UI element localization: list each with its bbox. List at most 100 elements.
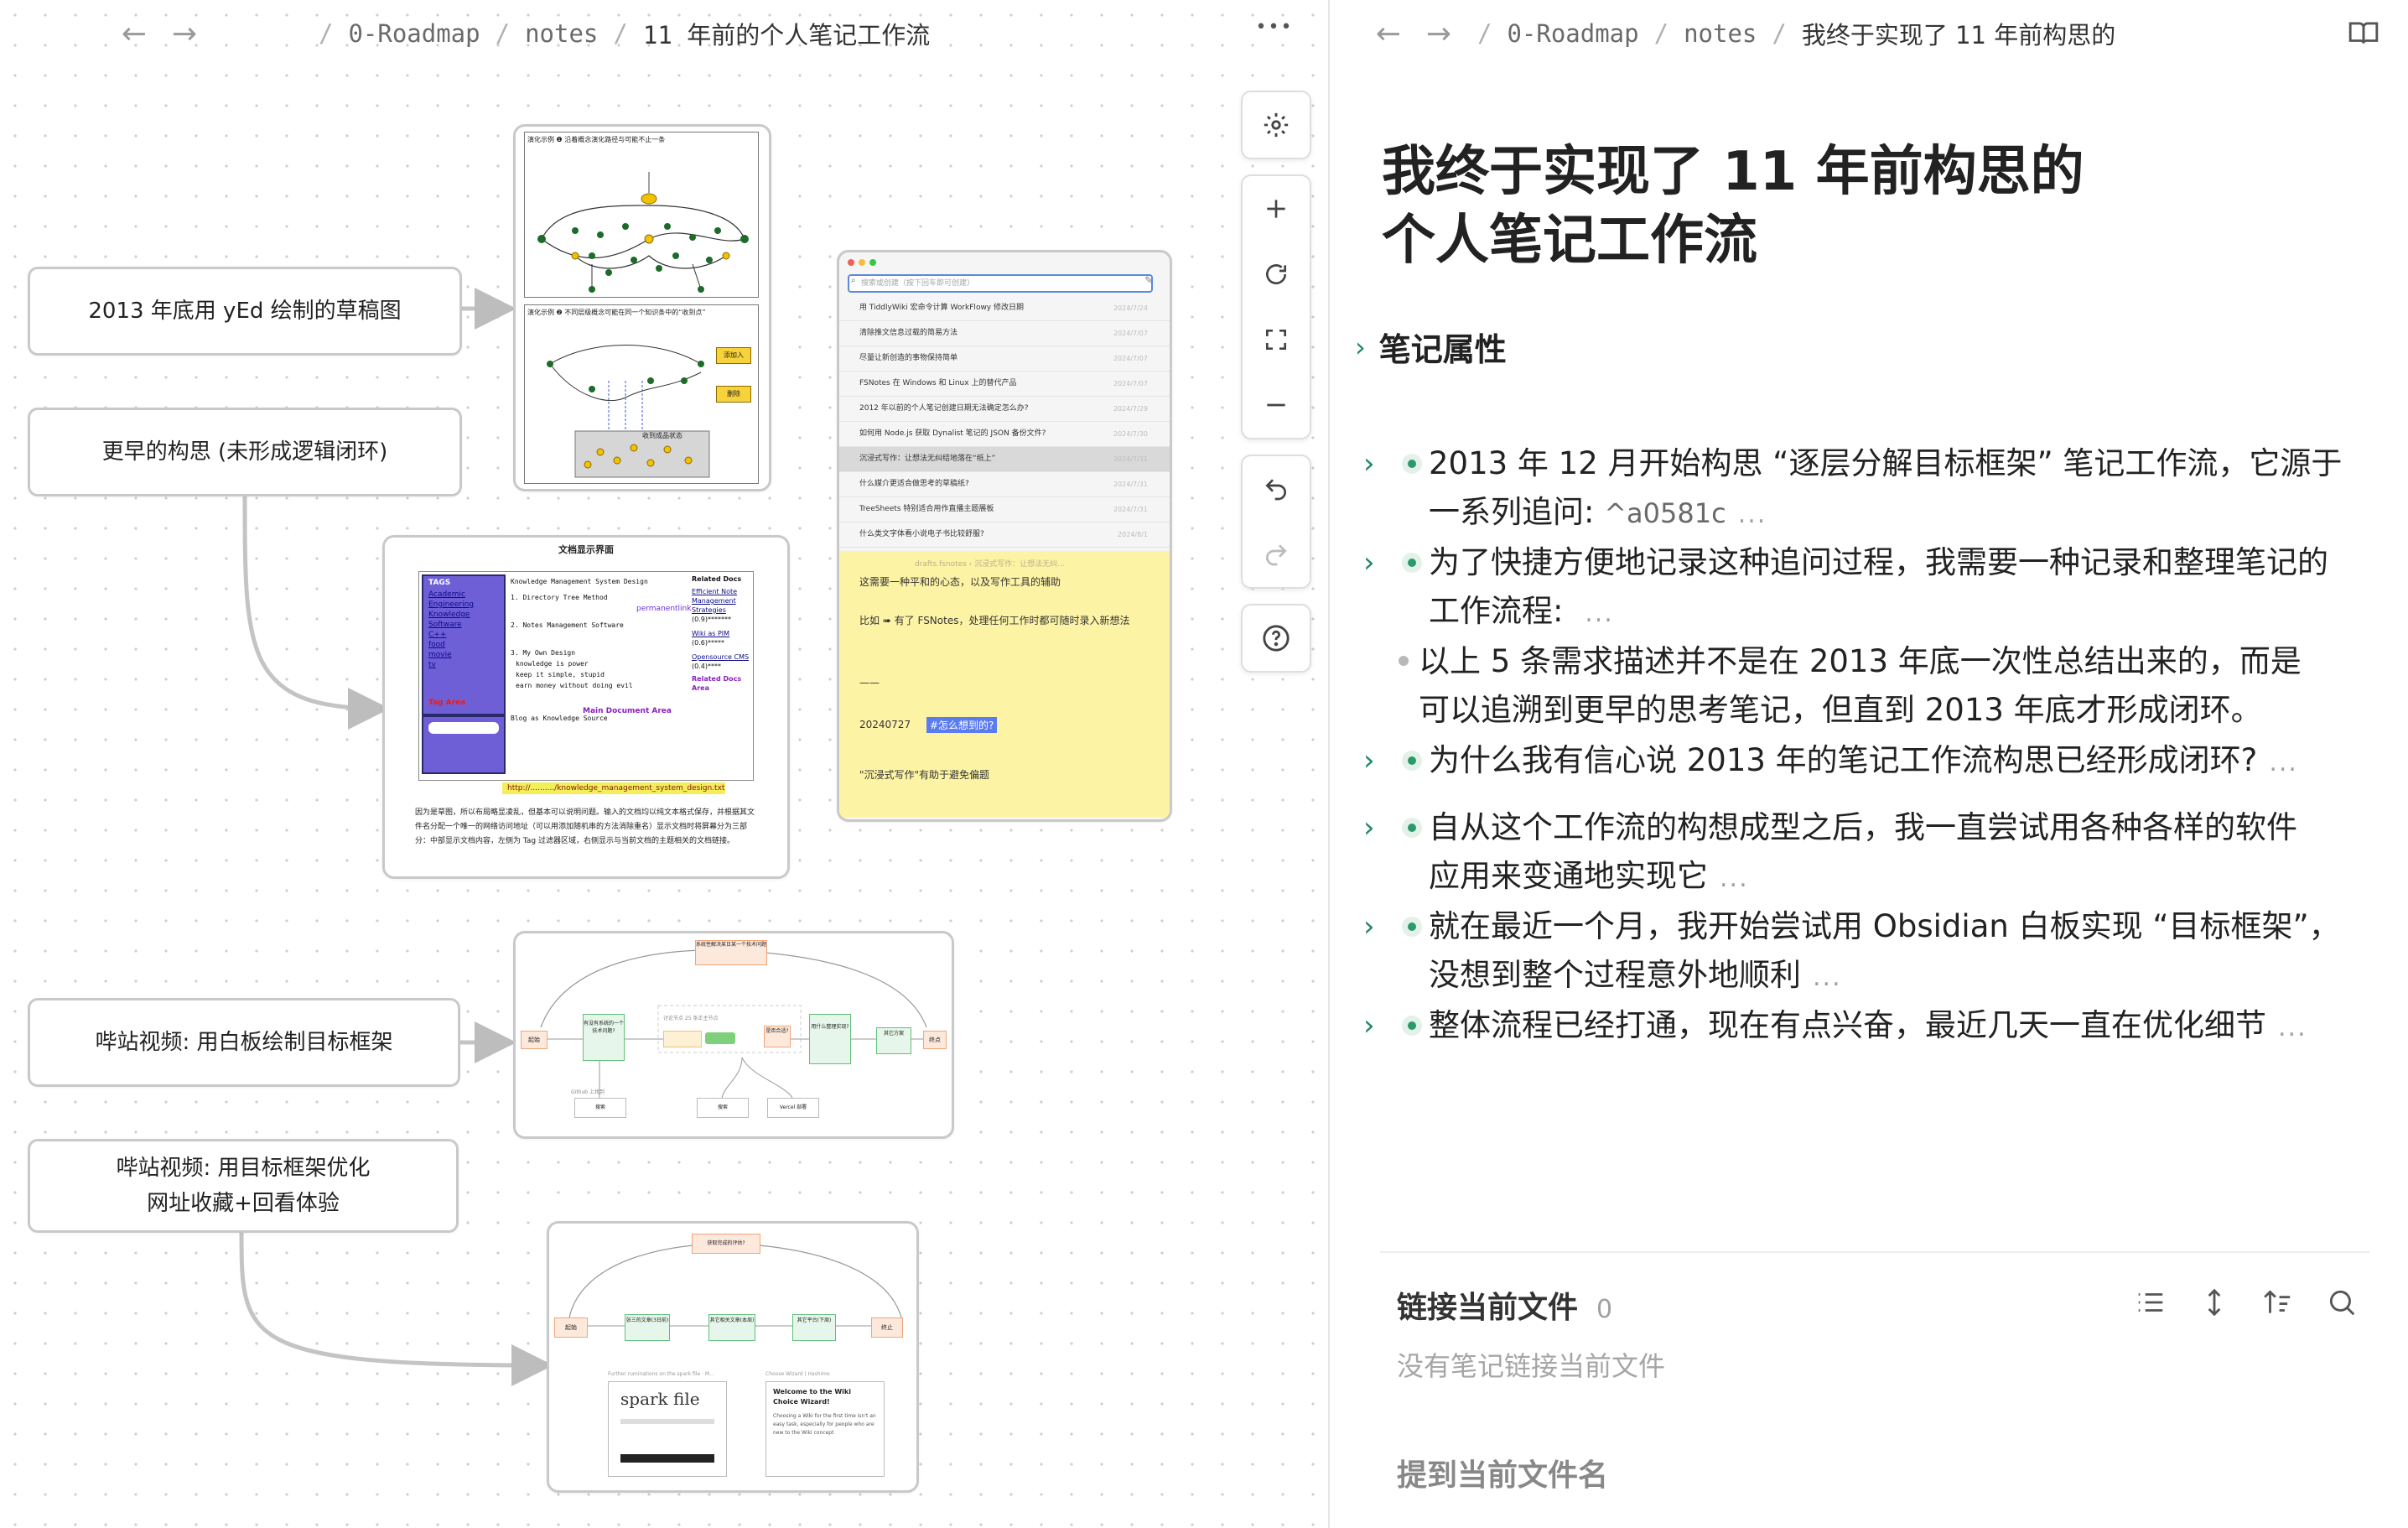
fsnotes-row-title: 2012 年以前的个人笔记创建日期无法确定怎么办? (859, 404, 1029, 413)
fsnotes-row-title: 清除推文信息过载的简易方法 (859, 329, 958, 337)
chevron-right-icon[interactable]: › (1363, 736, 1397, 785)
mentions-title[interactable]: 提到当前文件名 (1397, 1451, 1608, 1494)
fsnotes-row: 什么媒介更适合做思考的草稿纸? 2024/7/31 (839, 472, 1170, 497)
canvas-node-yed-draft[interactable]: 2013 年底用 yEd 绘制的草稿图 (28, 267, 462, 356)
flow1-node: 用什么整理实现? (809, 1014, 851, 1064)
outline-line: 2013 年 12 月开始构思 “逐层分解目标框架” 笔记工作流，它源于 (1429, 445, 2343, 481)
outline-item-text: 以上 5 条需求描述并不是在 2013 年底一次性总结出来的，而是 可以追溯到更早… (1419, 637, 2385, 735)
bullet-dot-icon[interactable] (1399, 656, 1409, 666)
canvas-node-video-whiteboard[interactable]: 哔站视频: 用白板绘制目标框架 (28, 998, 460, 1087)
fit-icon[interactable] (1243, 307, 1310, 372)
doc-tag: C++ (428, 631, 447, 639)
flow2-node: 其它平台(下周) (792, 1314, 836, 1341)
backlinks-empty-text: 没有笔记链接当前文件 (1397, 1350, 1666, 1382)
fsnotes-row: 用 TiddlyWiki 宏命令计算 WorkFlowy 修改日期 2024/7/… (839, 296, 1170, 321)
outline-line: 整体流程已经打通，现在有点兴奋，最近几天一直在优化细节 (1429, 1007, 2266, 1043)
flow2-caption: Choose Wizard | Hashimo (765, 1371, 830, 1377)
search-icon[interactable] (2326, 1286, 2358, 1322)
bullet-dot-icon[interactable] (1402, 917, 1422, 937)
canvas-node-early-idea[interactable]: 更早的构思 (未形成逻辑闭环) (28, 408, 462, 496)
backlinks-toolbar (2135, 1286, 2358, 1322)
fsnotes-row-date: 2024/7/07 (1113, 330, 1148, 337)
expand-icon[interactable] (2198, 1286, 2230, 1322)
flow1-node: 有没有系统的一个技术问题? (583, 1014, 625, 1061)
canvas-card-flow-2[interactable]: 获取完成的评估? 起始 张三的文章(3日前) 其它相关文章(本周) 其它平台(下… (547, 1221, 919, 1493)
canvas-pane[interactable]: ← → / 0-Roadmap / notes / 11 年前的个人笔记工作流 … (0, 0, 1328, 1528)
doc-main-area-label: Main Document Area (583, 707, 672, 715)
collapsed-ellipsis-icon[interactable]: ... (1813, 963, 1842, 992)
fsnotes-row-title: 用 TiddlyWiki 宏命令计算 WorkFlowy 修改日期 (859, 304, 1024, 312)
outline-line: 为了快捷方便地记录这种追问过程，我需要一种记录和整理笔记的 (1429, 544, 2328, 580)
canvas-card-fsnotes[interactable]: 搜索或创建（按下回车即可创建） ⌕ ✎ 用 TiddlyWiki 宏命令计算 W… (837, 250, 1172, 822)
reset-icon[interactable] (1243, 242, 1310, 307)
canvas-card-doc-design[interactable]: 文档显示界面 TAGS Academic Engineering Knowled… (382, 535, 790, 879)
flow1-sub-node: Vercel 部署 (767, 1098, 819, 1118)
gear-icon[interactable] (1243, 92, 1310, 158)
doc-tag: Academic (428, 590, 465, 599)
wizard-body: Choosing a Wiki for the first time isn't… (773, 1413, 876, 1436)
bullet-dot-icon[interactable] (1402, 454, 1422, 474)
flow1-sub-node: 搜索 (697, 1098, 749, 1118)
outline-line: 一系列追问: (1429, 494, 1605, 530)
collapsed-ellipsis-icon[interactable]: ... (1720, 864, 1749, 893)
collapsed-ellipsis-icon[interactable]: ... (1738, 500, 1767, 529)
flow2-embed-wizard: Welcome to the Wiki Choice Wizard! Choos… (765, 1381, 885, 1477)
doc-related-area-label: Related Docs Area (692, 675, 742, 692)
bullet-dot-icon[interactable] (1402, 818, 1422, 838)
sort-icon[interactable] (2262, 1286, 2294, 1322)
bullet-dot-icon[interactable] (1402, 1016, 1422, 1036)
chevron-right-icon[interactable]: › (1363, 803, 1397, 852)
doc-tree-line: keep it simple, stupid (516, 671, 605, 678)
chevron-right-icon[interactable]: › (1363, 439, 1397, 488)
canvas-zoom-group (1241, 174, 1311, 439)
flow1-node: 是否合适? (764, 1026, 791, 1047)
chevron-right-icon[interactable]: › (1363, 902, 1397, 951)
yed-top-header: 演化示例 ❶ 沿着概念演化路径与可能不止一条 (527, 136, 666, 143)
collapsed-ellipsis-icon[interactable]: ... (1585, 599, 1614, 628)
collapsed-ellipsis-icon[interactable]: ... (2278, 1013, 2307, 1042)
outline-item-text: 就在最近一个月，我开始尝试用 Obsidian 白板实现 “目标框架”， 没想到整… (1429, 902, 2386, 1002)
yed-top-panel: 演化示例 ❶ 沿着概念演化路径与可能不止一条 (524, 132, 759, 298)
fsnotes-body-line: 比如 ➠ 有了 FSNotes，处理任何工作时都可随时录入新想法 (859, 615, 1130, 626)
doc-permanent-link: permanentlink (636, 605, 692, 613)
bullet-dot-icon[interactable] (1402, 553, 1422, 573)
chevron-right-icon[interactable]: › (1363, 538, 1397, 587)
list-icon[interactable] (2135, 1286, 2167, 1322)
canvas-history-group (1241, 455, 1311, 589)
fsnotes-row-date: 2024/7/07 (1113, 380, 1148, 387)
canvas-card-yed-sketch[interactable]: 演化示例 ❶ 沿着概念演化路径与可能不止一条 演化示例 ❷ 不同层级概念可能在同… (513, 124, 771, 491)
fsnotes-path: drafts.fsnotes › 沉浸式写作：让想法无纠... (915, 560, 1065, 569)
bullet-dot-icon[interactable] (1402, 751, 1422, 771)
plus-icon[interactable] (1243, 176, 1310, 242)
fsnotes-list: 用 TiddlyWiki 宏命令计算 WorkFlowy 修改日期 2024/7/… (839, 296, 1170, 548)
fsnotes-row-date: 2024/7/31 (1113, 481, 1148, 488)
doc-title: 文档显示界面 (558, 544, 614, 555)
window-controls (848, 259, 876, 266)
fsnotes-body-line: 这需要一种平和的心态，以及写作工具的辅助 (859, 576, 1061, 588)
canvas-card-flow-1[interactable]: 系统性解决某日某一个技术问题 起始 有没有系统的一个技术问题? 讨论节点 25 … (513, 931, 954, 1139)
fsnotes-row-date: 2024/7/30 (1113, 430, 1148, 438)
collapsed-ellipsis-icon[interactable]: ... (2269, 748, 2298, 777)
backlinks-header[interactable]: 链接当前文件 0 (1397, 1283, 1612, 1327)
fsnotes-row-date: 2024/7/31 (1113, 506, 1148, 513)
outline-item-text: 为什么我有信心说 2013 年的笔记工作流构思已经形成闭环?... (1429, 736, 2386, 787)
fsnotes-row: 尽量让新创造的事物保持简单 2024/7/07 (839, 346, 1170, 372)
edge-video2 (239, 1230, 553, 1386)
yed-top-graph (537, 172, 749, 293)
outline-line: 为什么我有信心说 2013 年的笔记工作流构思已经形成闭环? (1429, 742, 2258, 778)
chevron-right-icon[interactable]: › (1363, 1001, 1397, 1050)
flow1-sub-label: Github 上找到 (571, 1089, 605, 1095)
doc-tag-list: Academic Engineering Knowledge Software … (423, 590, 504, 670)
fsnotes-body-line: "沉浸式写作"有助于避免偏题 (859, 769, 990, 781)
minus-icon[interactable] (1243, 372, 1310, 438)
node-label: 2013 年底用 yEd 绘制的草稿图 (88, 299, 402, 324)
help-icon[interactable] (1243, 605, 1310, 671)
fsnotes-row: FSNotes 在 Windows 和 Linux 上的替代产品 2024/7/0… (839, 372, 1170, 397)
canvas-node-video-bookmark[interactable]: 哔站视频: 用目标框架优化 网址收藏+回看体验 (28, 1139, 459, 1233)
flow2-end-node: 终止 (871, 1318, 903, 1338)
doc-tree-line: knowledge is power (516, 660, 589, 668)
redo-icon[interactable] (1243, 522, 1310, 587)
undo-icon[interactable] (1243, 456, 1310, 522)
outline-line: 工作流程: (1429, 593, 1574, 629)
block-reference[interactable]: ^a0581c (1604, 497, 1726, 529)
